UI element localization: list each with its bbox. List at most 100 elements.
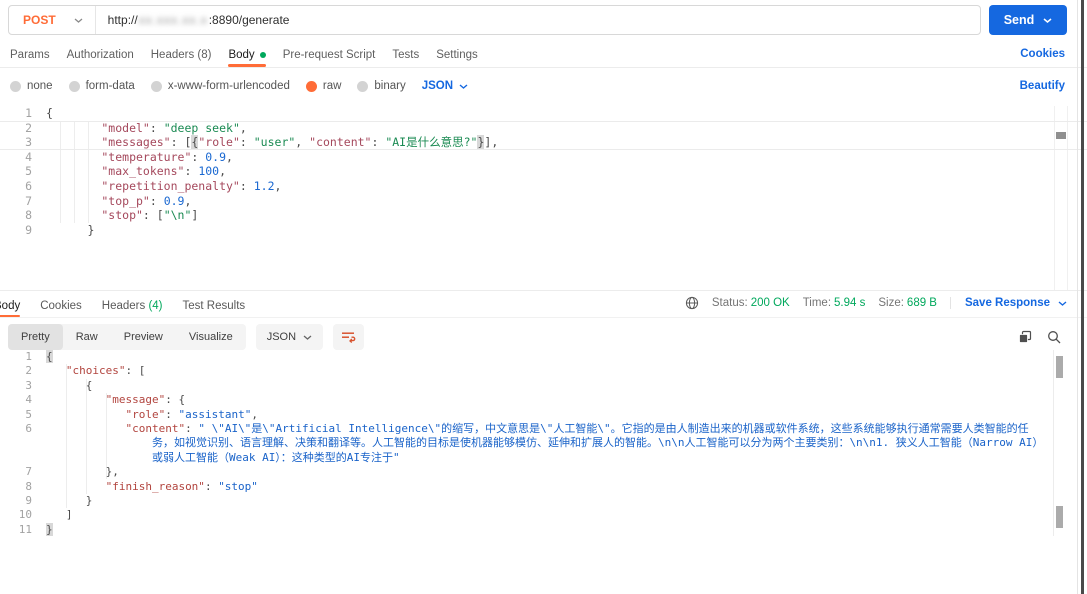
line-number: 5 xyxy=(25,407,32,421)
line-number: 3 xyxy=(25,135,32,150)
code-line[interactable]: 6 "repetition_penalty": 1.2, xyxy=(0,179,1087,194)
body-type-raw[interactable]: raw xyxy=(305,80,342,92)
line-number: 6 xyxy=(25,178,32,193)
cookies-link[interactable]: Cookies xyxy=(1020,48,1065,60)
line-number: 5 xyxy=(25,164,32,179)
tab-body[interactable]: Body xyxy=(228,49,266,67)
json-string: "user" xyxy=(253,135,296,150)
view-preview[interactable]: Preview xyxy=(111,324,176,350)
code-line[interactable]: 5 "max_tokens": 100, xyxy=(0,164,1087,179)
code-line: 6 "content": " \"AI\"是\"Artificial Intell… xyxy=(0,422,1087,465)
chevron-down-icon xyxy=(1058,300,1067,306)
search-icon[interactable] xyxy=(1047,330,1061,344)
json-punct: : xyxy=(371,135,386,150)
line-number: 6 xyxy=(25,422,32,436)
code-line[interactable]: 9} xyxy=(0,223,1087,238)
json-punct: : xyxy=(204,479,219,493)
json-punct: : [ xyxy=(170,135,192,150)
tab-pre-request-script[interactable]: Pre-request Script xyxy=(283,49,376,61)
json-key: "stop" xyxy=(101,208,143,223)
method-selector[interactable]: POST xyxy=(9,6,95,34)
matched-bracket: } xyxy=(46,522,53,536)
tab-settings[interactable]: Settings xyxy=(436,49,478,61)
json-number: 0.9 xyxy=(205,149,227,164)
json-key: "role" xyxy=(198,135,240,150)
json-string: " \"AI\"是\"Artificial Intelligence\"的缩写，… xyxy=(151,422,1038,464)
json-key: "model" xyxy=(101,120,150,135)
view-pretty[interactable]: Pretty xyxy=(8,324,63,350)
code-line[interactable]: 8 "stop": ["\n"] xyxy=(0,208,1087,223)
response-format-dropdown[interactable]: JSON xyxy=(255,324,324,350)
body-type-label: x-www-form-urlencoded xyxy=(167,80,290,92)
response-toolbar: Pretty Raw Preview Visualize JSON xyxy=(8,324,365,350)
send-button[interactable]: Send xyxy=(989,5,1067,35)
line-number: 10 xyxy=(18,508,32,522)
url-suffix: :8890/generate xyxy=(208,13,290,27)
wrap-text-button[interactable] xyxy=(333,324,365,350)
body-type-binary[interactable]: binary xyxy=(357,80,406,92)
code-line: 3{ xyxy=(0,379,1087,393)
code-line[interactable]: 1{ xyxy=(0,106,1087,121)
view-raw[interactable]: Raw xyxy=(63,324,111,350)
tab-label: Headers (8) xyxy=(150,49,212,61)
beautify-link[interactable]: Beautify xyxy=(1020,80,1065,92)
tab-label: Test Results xyxy=(182,300,246,312)
body-type-label: raw xyxy=(322,80,342,92)
json-punct: : xyxy=(184,164,199,179)
line-number: 3 xyxy=(25,378,32,392)
chevron-down-icon xyxy=(459,83,468,89)
response-tab-headers[interactable]: Headers (4) xyxy=(102,300,163,312)
save-response-button[interactable]: Save Response xyxy=(949,297,1067,309)
response-tab-cookies[interactable]: Cookies xyxy=(40,300,82,312)
body-format-dropdown[interactable]: JSON xyxy=(422,80,468,92)
response-view-switcher: Pretty Raw Preview Visualize xyxy=(8,324,246,350)
response-tab-test-results[interactable]: Test Results xyxy=(183,300,246,312)
view-visualize[interactable]: Visualize xyxy=(176,324,246,350)
body-type-form-data[interactable]: form-data xyxy=(68,80,135,92)
json-string: "\n" xyxy=(163,208,192,223)
status-metric: Status: 200 OK xyxy=(711,297,790,309)
copy-icon[interactable] xyxy=(1018,330,1032,344)
json-punct: : { xyxy=(165,393,186,407)
tab-authorization[interactable]: Authorization xyxy=(67,49,134,61)
json-key: "messages" xyxy=(101,135,171,150)
tab-tests[interactable]: Tests xyxy=(392,49,419,61)
line-number: 7 xyxy=(25,465,32,479)
code-line: 8 "finish_reason": "stop" xyxy=(0,480,1087,494)
json-string: "assistant" xyxy=(178,407,252,421)
response-meta: Status: 200 OK Time: 5.94 s Size: 689 B Sav… xyxy=(685,296,1067,310)
body-type-x-www-form-urlencoded[interactable]: x-www-form-urlencoded xyxy=(150,80,290,92)
wrap-text-icon xyxy=(341,331,356,343)
json-punct: , xyxy=(239,120,247,135)
json-punct: }, xyxy=(105,465,119,479)
json-punct: , xyxy=(226,149,233,164)
tab-label: Settings xyxy=(436,49,478,61)
code-line[interactable]: 7 "top_p": 0.9, xyxy=(0,194,1087,209)
tab-headers-[interactable]: Headers (8) xyxy=(151,49,212,61)
json-punct: : [ xyxy=(142,208,164,223)
body-type-none[interactable]: none xyxy=(10,80,53,92)
json-punct: { xyxy=(85,378,93,392)
tab-params[interactable]: Params xyxy=(10,49,50,61)
window-scrollbar[interactable] xyxy=(1081,0,1084,594)
body-type-label: form-data xyxy=(85,80,135,92)
url-input[interactable]: http:// xx.xxx.xx.x :8890/generate xyxy=(96,13,290,27)
line-number: 2 xyxy=(25,120,32,135)
divider xyxy=(0,67,1087,68)
code-line: 1{ xyxy=(0,350,1087,364)
response-tab-body[interactable]: Body xyxy=(0,300,21,317)
json-punct: : xyxy=(149,120,164,135)
radio-icon xyxy=(10,80,21,92)
request-body-editor[interactable]: 1{2 "model": "deep seek", 3 "messages": [{"… xyxy=(0,106,1087,290)
response-body-editor[interactable]: 1{2 "choices": [3{4 "message": {5 "role": "… xyxy=(0,350,1087,536)
url-host-blurred: xx.xxx.xx.x xyxy=(138,13,208,27)
code-line[interactable]: 2 "model": "deep seek", xyxy=(0,121,1087,136)
code-line[interactable]: 3 "messages": [{"role": "user", "content"… xyxy=(0,135,1087,150)
radio-icon xyxy=(305,80,317,92)
response-tools xyxy=(1018,330,1061,344)
json-punct: , xyxy=(219,164,227,179)
json-punct: { xyxy=(46,106,53,120)
json-key: "finish_reason" xyxy=(105,479,205,493)
code-line[interactable]: 4 "temperature": 0.9, xyxy=(0,150,1087,165)
json-key: "message" xyxy=(105,393,166,407)
